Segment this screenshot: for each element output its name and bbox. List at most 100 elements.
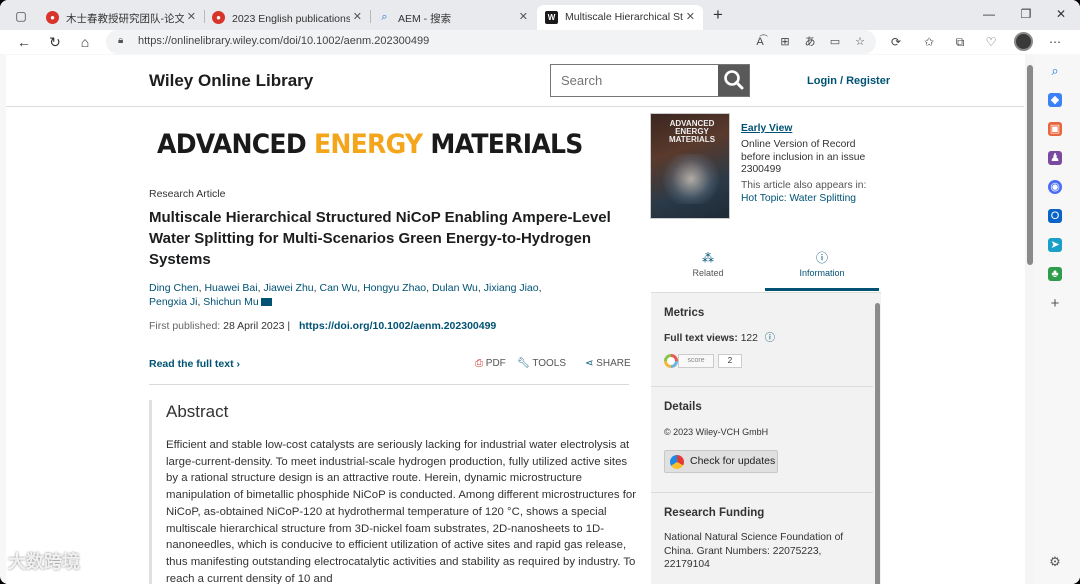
article-type: Research Article — [149, 188, 226, 200]
tab-3[interactable]: ⌕ AEM - 搜索 ✕ — [370, 5, 536, 30]
hot-topic-link[interactable]: Hot Topic: Water Splitting — [741, 193, 881, 206]
tab-related-label: Related — [692, 268, 724, 278]
side-tabs: ⁂ Related ⓘ Information — [651, 245, 881, 291]
read-full-text-link[interactable]: Read the full text › — [149, 358, 240, 370]
scrollbar-thumb[interactable] — [1027, 65, 1033, 265]
refresh-icon[interactable]: ↻ — [45, 32, 65, 52]
profile-avatar[interactable] — [1014, 32, 1033, 51]
funding-heading: Research Funding — [664, 507, 765, 519]
author-link[interactable]: Ding Chen — [149, 282, 199, 294]
close-icon[interactable]: ✕ — [353, 10, 362, 23]
tab-1[interactable]: ● 木士春教授研究团队-论文著作 ✕ — [38, 5, 204, 30]
cover-title: ADVANCED ENERGY MATERIALS — [668, 119, 716, 144]
restore-icon[interactable]: ❐ — [1016, 7, 1036, 21]
extensions-icon[interactable]: ⟳ — [887, 33, 905, 51]
app-available-icon[interactable]: ⊞ — [777, 34, 793, 50]
copyright-text: © 2023 Wiley-VCH GmbH — [664, 427, 769, 437]
abstract-heading: Abstract — [166, 402, 229, 421]
details-heading: Details — [664, 401, 702, 413]
tab-related[interactable]: ⁂ Related — [651, 245, 765, 291]
shopping-tag-icon[interactable]: ◆ — [1048, 93, 1062, 107]
tab-title: 2023 English publications-木士春 — [232, 13, 350, 25]
chevron-right-icon: › — [236, 358, 241, 370]
author-link[interactable]: Jixiang Jiao — [484, 282, 539, 294]
full-text-views-value: 122 — [740, 333, 758, 344]
journal-banner[interactable]: ADVANCED ENERGY MATERIALS — [157, 129, 583, 160]
translate-icon[interactable]: あ — [802, 34, 818, 50]
tab-information[interactable]: ⓘ Information — [765, 245, 879, 291]
tools-label: TOOLS — [532, 358, 567, 369]
close-window-icon[interactable]: ✕ — [1051, 7, 1071, 21]
journal-name-part3: MATERIALS — [422, 129, 583, 160]
tab-strip: ▢ ● 木士春教授研究团队-论文著作 ✕ ● 2023 English publ… — [0, 0, 1080, 30]
close-icon[interactable]: ✕ — [187, 10, 196, 23]
info-icon[interactable]: ⓘ — [765, 333, 775, 344]
doi-link[interactable]: https://doi.org/10.1002/aenm.202300499 — [299, 320, 496, 332]
tree-icon[interactable]: ♣ — [1048, 267, 1062, 281]
page-scrollbar[interactable] — [1025, 55, 1035, 584]
search-button[interactable] — [718, 65, 749, 96]
divider — [651, 492, 873, 493]
close-icon[interactable]: ✕ — [686, 10, 695, 23]
search-icon[interactable]: ⌕ — [1048, 64, 1062, 78]
author-link[interactable]: Jiawei Zhu — [263, 282, 313, 294]
journal-name-part1: ADVANCED — [157, 129, 314, 160]
early-view-link[interactable]: Early View — [741, 123, 881, 136]
add-icon[interactable]: + — [1048, 296, 1062, 311]
tab-title: 木士春教授研究团队-论文著作 — [66, 13, 184, 25]
favorite-star-icon[interactable]: ☆ — [852, 34, 868, 50]
altmetric-donut-icon — [664, 354, 678, 368]
journal-cover-image[interactable]: ADVANCED ENERGY MATERIALS — [650, 113, 730, 219]
search-input[interactable] — [551, 65, 719, 96]
browser-window: ▢ ● 木士春教授研究团队-论文著作 ✕ ● 2023 English publ… — [0, 0, 1080, 584]
pdf-button[interactable]: ⎙ PDF — [475, 358, 506, 369]
panel-scrollbar[interactable] — [875, 303, 880, 584]
tools-briefcase-icon[interactable]: ▣ — [1048, 122, 1062, 136]
tab-actions-icon[interactable]: ▢ — [10, 6, 32, 26]
tab-4-active[interactable]: W Multiscale Hierarchical Structured ✕ — [537, 5, 703, 30]
tab-2[interactable]: ● 2023 English publications-木士春 ✕ — [204, 5, 370, 30]
author-link[interactable]: Shichun Mu — [203, 296, 258, 308]
author-link[interactable]: Dulan Wu — [432, 282, 478, 294]
altmetric-badge[interactable]: score 2 — [664, 354, 742, 368]
share-icon: ⋖ — [585, 358, 594, 369]
microsoft-365-icon[interactable]: ◉ — [1048, 180, 1062, 194]
favorites-icon[interactable]: ✩ — [920, 33, 938, 51]
url-text: https://onlinelibrary.wiley.com/doi/10.1… — [138, 35, 430, 47]
share-label: SHARE — [596, 358, 631, 369]
read-aloud-icon[interactable]: A͡ — [752, 34, 768, 50]
login-register-link[interactable]: Login / Register — [807, 75, 890, 87]
envelope-icon[interactable] — [260, 298, 272, 306]
author-link[interactable]: Huawei Bai — [204, 282, 257, 294]
back-icon[interactable]: ← — [14, 32, 34, 52]
author-link[interactable]: Hongyu Zhao — [363, 282, 426, 294]
drop-icon[interactable]: ➤ — [1048, 238, 1062, 252]
site-logo[interactable]: Wiley Online Library — [149, 71, 313, 91]
browser-essentials-icon[interactable]: ♡ — [982, 33, 1000, 51]
new-tab-icon[interactable]: + — [709, 6, 727, 24]
tab-title: AEM - 搜索 — [398, 13, 452, 25]
check-for-updates-button[interactable]: Check for updates — [664, 450, 778, 473]
wiley-favicon-icon: W — [545, 11, 558, 24]
full-text-views: Full text views: 122 ⓘ — [664, 332, 775, 346]
more-menu-icon[interactable]: ⋯ — [1046, 33, 1064, 51]
share-button[interactable]: ⋖ SHARE — [585, 358, 631, 369]
network-icon: ⁂ — [702, 251, 714, 265]
settings-gear-icon[interactable]: ⚙ — [1048, 555, 1062, 569]
minimize-icon[interactable]: — — [979, 7, 999, 21]
author-link[interactable]: Can Wu — [319, 282, 357, 294]
author-link[interactable]: Pengxia Ji — [149, 296, 197, 308]
reading-view-icon[interactable]: ▭ — [827, 34, 843, 50]
article-title: Multiscale Hierarchical Structured NiCoP… — [149, 209, 611, 268]
address-bar[interactable]: 🔒︎ https://onlinelibrary.wiley.com/doi/1… — [106, 30, 876, 54]
info-icon: ⓘ — [815, 251, 828, 265]
games-icon[interactable]: ♟ — [1048, 151, 1062, 165]
tools-button[interactable]: 🔧︎ TOOLS — [517, 358, 566, 369]
home-icon[interactable]: ⌂ — [75, 32, 95, 52]
outlook-icon[interactable]: O — [1048, 209, 1062, 223]
online-version-text: Online Version of Record before inclusio… — [741, 138, 866, 163]
divider — [651, 386, 873, 387]
close-icon[interactable]: ✕ — [519, 10, 528, 23]
also-appears-text: This article also appears in: — [741, 180, 867, 192]
collections-icon[interactable]: ⧉ — [951, 33, 969, 51]
